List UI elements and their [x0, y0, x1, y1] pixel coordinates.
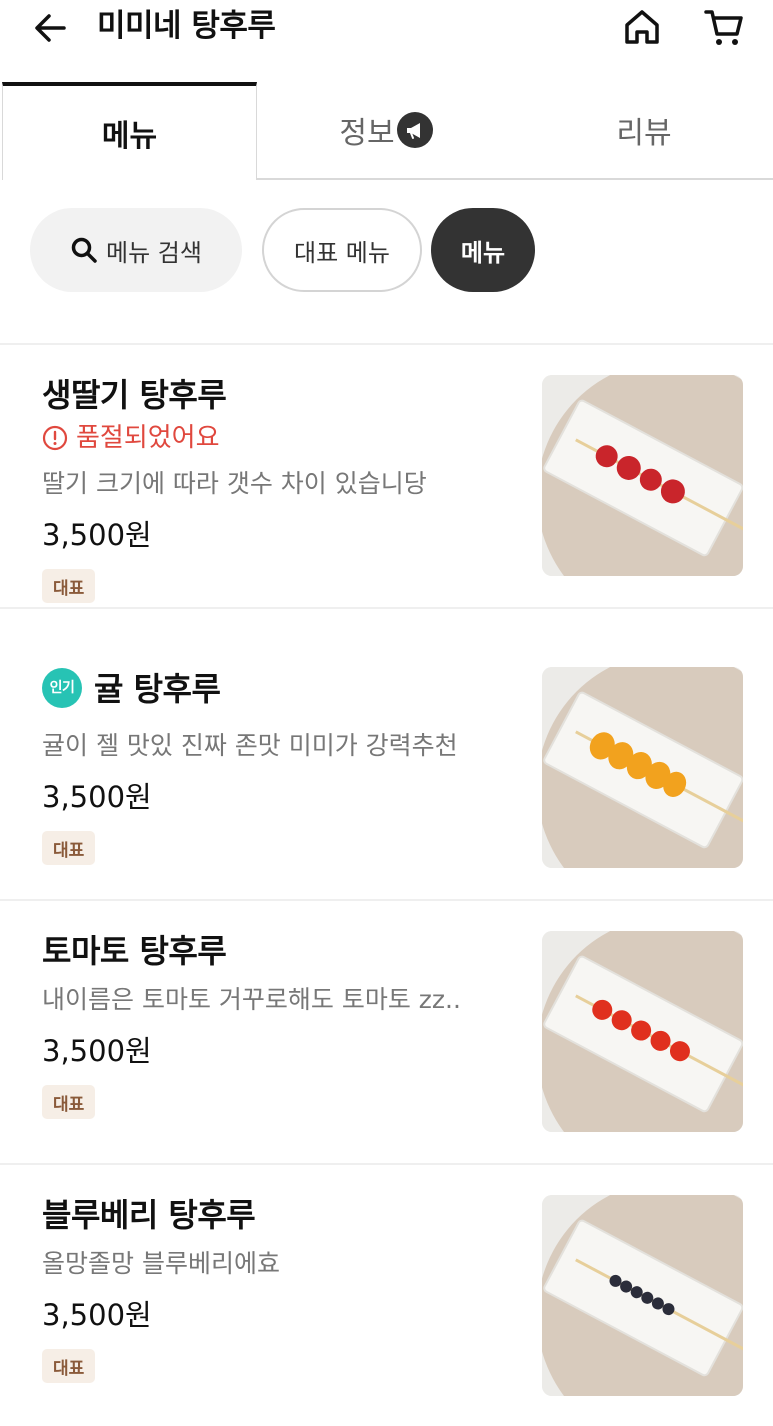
item-thumbnail [542, 667, 743, 868]
representative-tag: 대표 [42, 569, 96, 603]
item-price: 3,500원 [42, 1034, 152, 1068]
back-button[interactable] [28, 6, 72, 50]
megaphone-icon [396, 112, 433, 148]
home-icon [625, 10, 659, 44]
menu-item-blueberry[interactable]: 블루베리 탕후루 올망졸망 블루베리에효 3,500원 대표 [0, 1165, 773, 1426]
top-app-bar: 미미네 탕후루 [0, 0, 773, 56]
divider [0, 607, 773, 609]
menu-search-label: 메뉴 검색 [106, 238, 202, 267]
item-name: 귤 탕후루 [94, 670, 221, 708]
menu-chip[interactable]: 메뉴 [431, 208, 535, 292]
home-button[interactable] [620, 4, 664, 50]
popular-badge: 인기 [42, 668, 82, 708]
menu-search-chip[interactable]: 메뉴 검색 [30, 208, 242, 292]
representative-menu-chip[interactable]: 대표 메뉴 [262, 208, 422, 292]
soldout-label: 품절되었어요 [76, 423, 220, 453]
tab-info-label: 정보 [339, 116, 395, 151]
item-description: 귤이 젤 맛있 진짜 존맛 미미가 강력추천 [42, 731, 458, 760]
cart-button[interactable] [700, 4, 748, 50]
item-description: 딸기 크기에 따라 갯수 차이 있습니당 [42, 469, 427, 498]
item-price: 3,500원 [42, 1298, 152, 1332]
item-name: 블루베리 탕후루 [42, 1196, 256, 1234]
tab-menu-label: 메뉴 [101, 119, 158, 154]
representative-menu-label: 대표 메뉴 [294, 238, 390, 267]
menu-item-tomato[interactable]: 토마토 탕후루 내이름은 토마토 거꾸로해도 토마토 zz.. 3,500원 대… [0, 901, 773, 1165]
item-thumbnail [542, 375, 743, 576]
representative-tag: 대표 [42, 1085, 96, 1119]
soldout-status: 품절되었어요 [42, 421, 220, 455]
menu-item-strawberry[interactable]: 생딸기 탕후루 품절되었어요 딸기 크기에 따라 갯수 차이 있습니당 3,50… [0, 345, 773, 609]
item-thumbnail [542, 931, 743, 1132]
item-description: 올망졸망 블루베리에효 [42, 1249, 280, 1278]
tab-info[interactable]: 정보 [257, 82, 515, 180]
filter-chips: 메뉴 검색 대표 메뉴 메뉴 [0, 208, 773, 294]
item-name: 생딸기 탕후루 [42, 376, 227, 414]
representative-tag: 대표 [42, 831, 96, 865]
item-name-row: 인기 귤 탕후루 [42, 668, 221, 711]
alert-circle-icon [42, 425, 68, 451]
page-title: 미미네 탕후루 [97, 8, 276, 44]
tab-menu[interactable]: 메뉴 [2, 82, 257, 180]
item-description: 내이름은 토마토 거꾸로해도 토마토 zz.. [42, 985, 461, 1014]
search-icon [71, 237, 97, 263]
item-name: 토마토 탕후루 [42, 932, 227, 970]
arrow-left-icon [35, 14, 66, 42]
cart-icon [704, 10, 743, 45]
tab-review[interactable]: 리뷰 [515, 82, 773, 180]
tab-bar: 메뉴 정보 리뷰 [0, 82, 773, 180]
item-price: 3,500원 [42, 780, 152, 814]
menu-chip-label: 메뉴 [460, 238, 506, 267]
item-price: 3,500원 [42, 518, 152, 552]
menu-item-tangerine[interactable]: 인기 귤 탕후루 귤이 젤 맛있 진짜 존맛 미미가 강력추천 3,500원 대표 [0, 637, 773, 901]
representative-tag: 대표 [42, 1349, 96, 1383]
tab-review-label: 리뷰 [616, 116, 672, 151]
item-thumbnail [542, 1195, 743, 1396]
